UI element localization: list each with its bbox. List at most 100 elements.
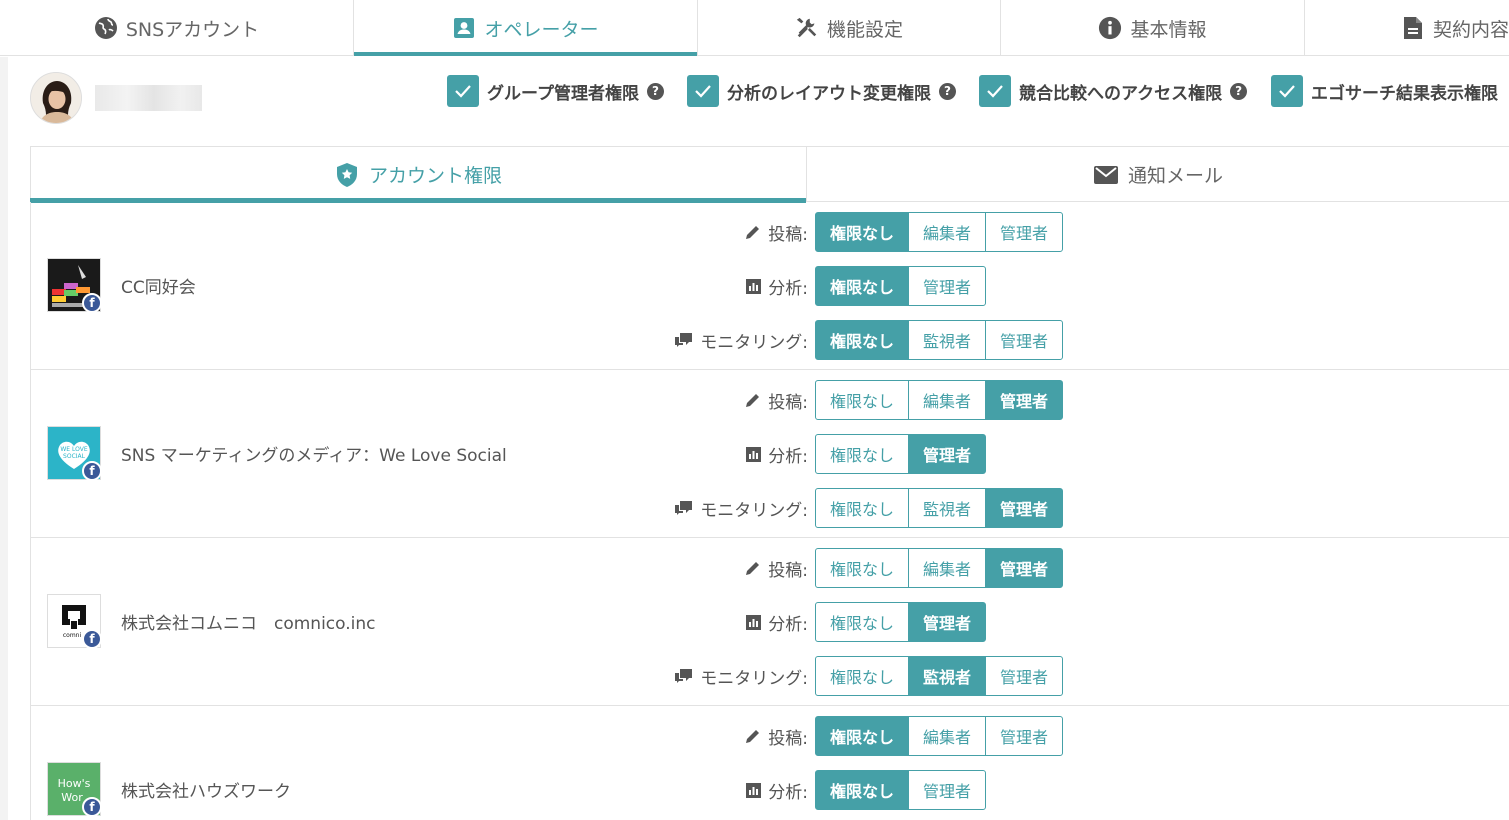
option-none[interactable]: 権限なし xyxy=(815,770,909,810)
user-name-redacted xyxy=(95,85,202,111)
post-label: 投稿: xyxy=(744,380,808,420)
comments-icon xyxy=(674,668,693,684)
option-admin[interactable]: 管理者 xyxy=(985,656,1063,696)
pencil-icon xyxy=(744,392,761,409)
post-permission-row: 投稿: 権限なし 編集者 管理者 xyxy=(31,212,1509,252)
post-permission-toggle: 権限なし 編集者 管理者 xyxy=(815,548,1063,588)
analysis-permission-row: 分析: 権限なし 管理者 xyxy=(31,266,1509,306)
checkbox-checked[interactable] xyxy=(979,75,1011,107)
left-gutter xyxy=(0,57,8,820)
analysis-permission-toggle: 権限なし 管理者 xyxy=(815,434,986,474)
analysis-permission-row: 分析: 権限なし 管理者 xyxy=(31,770,1509,810)
option-none[interactable]: 権限なし xyxy=(815,212,909,252)
tab-basic-info[interactable]: 基本情報 xyxy=(1001,0,1305,56)
tab-sns-accounts[interactable]: SNSアカウント xyxy=(0,0,354,56)
option-admin[interactable]: 管理者 xyxy=(985,716,1063,756)
tools-icon xyxy=(795,16,819,40)
tab-notification-mail[interactable]: 通知メール xyxy=(806,147,1509,202)
option-editor[interactable]: 編集者 xyxy=(908,212,986,252)
checkbox-checked[interactable] xyxy=(447,75,479,107)
option-editor[interactable]: 編集者 xyxy=(908,716,986,756)
post-permission-toggle: 権限なし 編集者 管理者 xyxy=(815,212,1063,252)
post-label: 投稿: xyxy=(744,548,808,588)
option-none[interactable]: 権限なし xyxy=(815,656,909,696)
pencil-icon xyxy=(744,224,761,241)
post-permission-row: 投稿: 権限なし 編集者 管理者 xyxy=(31,380,1509,420)
pencil-icon xyxy=(744,560,761,577)
analysis-permission-toggle: 権限なし 管理者 xyxy=(815,602,986,642)
account-row: WE LOVE SOCIAL f SNS マーケティングのメディア：We Love… xyxy=(30,370,1509,538)
option-admin[interactable]: 管理者 xyxy=(985,320,1063,360)
shield-icon xyxy=(335,162,359,188)
post-permission-toggle: 権限なし 編集者 管理者 xyxy=(815,716,1063,756)
help-icon[interactable]: ? xyxy=(1230,82,1248,100)
monitoring-permission-row: モニタリング: 権限なし 監視者 管理者 xyxy=(31,488,1509,528)
monitoring-permission-row: モニタリング: 権限なし 監視者 管理者 xyxy=(31,656,1509,696)
inner-tab-bar: アカウント権限 通知メール xyxy=(30,146,1509,203)
post-label: 投稿: xyxy=(744,716,808,756)
option-admin[interactable]: 管理者 xyxy=(908,266,986,306)
option-monitor[interactable]: 監視者 xyxy=(908,488,986,528)
tab-contract[interactable]: 契約内容 xyxy=(1305,0,1509,56)
analysis-permission-toggle: 権限なし 管理者 xyxy=(815,266,986,306)
perm-competitor-access[interactable]: 競合比較へのアクセス権限 ? xyxy=(979,75,1248,107)
perm-ego-search[interactable]: エゴサーチ結果表示権限 xyxy=(1271,75,1498,107)
mail-icon xyxy=(1093,165,1118,184)
option-admin[interactable]: 管理者 xyxy=(985,212,1063,252)
option-none[interactable]: 権限なし xyxy=(815,548,909,588)
perm-label: エゴサーチ結果表示権限 xyxy=(1311,83,1498,104)
option-none[interactable]: 権限なし xyxy=(815,716,909,756)
post-permission-row: 投稿: 権限なし 編集者 管理者 xyxy=(31,716,1509,756)
post-permission-row: 投稿: 権限なし 編集者 管理者 xyxy=(31,548,1509,588)
checkbox-checked[interactable] xyxy=(687,75,719,107)
account-row: f CC同好会 投稿: 権限なし 編集者 管理者 分析: 権限なし 管理者 モニ… xyxy=(30,202,1509,370)
monitoring-permission-toggle: 権限なし 監視者 管理者 xyxy=(815,488,1063,528)
monitoring-permission-toggle: 権限なし 監視者 管理者 xyxy=(815,320,1063,360)
comments-icon xyxy=(674,500,693,516)
tab-label: 機能設定 xyxy=(826,18,903,41)
analysis-permission-row: 分析: 権限なし 管理者 xyxy=(31,434,1509,474)
option-admin[interactable]: 管理者 xyxy=(908,602,986,642)
bar-chart-icon xyxy=(746,614,762,630)
option-none[interactable]: 権限なし xyxy=(815,434,909,474)
perm-label: 分析のレイアウト変更権限 xyxy=(727,83,931,104)
option-admin[interactable]: 管理者 xyxy=(908,434,986,474)
perm-label: 競合比較へのアクセス権限 xyxy=(1019,83,1223,104)
pencil-icon xyxy=(744,728,761,745)
monitoring-permission-toggle: 権限なし 監視者 管理者 xyxy=(815,656,1063,696)
monitoring-label: モニタリング: xyxy=(674,656,808,696)
option-none[interactable]: 権限なし xyxy=(815,380,909,420)
analysis-label: 分析: xyxy=(746,266,808,306)
option-none[interactable]: 権限なし xyxy=(815,602,909,642)
option-none[interactable]: 権限なし xyxy=(815,320,909,360)
monitoring-permission-row: モニタリング: 権限なし 監視者 管理者 xyxy=(31,320,1509,360)
option-admin[interactable]: 管理者 xyxy=(985,488,1063,528)
checkbox-checked[interactable] xyxy=(1271,75,1303,107)
help-icon[interactable]: ? xyxy=(646,82,664,100)
tab-operator[interactable]: オペレーター xyxy=(354,0,698,56)
perm-group-admin[interactable]: グループ管理者権限 ? xyxy=(447,75,664,107)
option-editor[interactable]: 編集者 xyxy=(908,548,986,588)
perm-analysis-layout[interactable]: 分析のレイアウト変更権限 ? xyxy=(687,75,956,107)
analysis-label: 分析: xyxy=(746,434,808,474)
post-permission-toggle: 権限なし 編集者 管理者 xyxy=(815,380,1063,420)
option-editor[interactable]: 編集者 xyxy=(908,380,986,420)
option-none[interactable]: 権限なし xyxy=(815,266,909,306)
comments-icon xyxy=(674,332,693,348)
tab-account-permissions[interactable]: アカウント権限 xyxy=(30,147,806,203)
tab-feature-settings[interactable]: 機能設定 xyxy=(698,0,1001,56)
help-icon[interactable]: ? xyxy=(939,82,956,100)
analysis-permission-row: 分析: 権限なし 管理者 xyxy=(31,602,1509,642)
option-admin[interactable]: 管理者 xyxy=(985,380,1063,420)
option-admin[interactable]: 管理者 xyxy=(908,770,986,810)
account-row: How's Wor f 株式会社ハウズワーク 投稿: 権限なし 編集者 管理者 分… xyxy=(30,706,1509,820)
option-none[interactable]: 権限なし xyxy=(815,488,909,528)
tab-label: オペレーター xyxy=(484,18,599,41)
tab-label: アカウント権限 xyxy=(368,165,502,187)
option-monitor[interactable]: 監視者 xyxy=(908,656,986,696)
option-admin[interactable]: 管理者 xyxy=(985,548,1063,588)
top-tab-bar: SNSアカウント オペレーター 機能設定 基本情報 契約内容 xyxy=(0,0,1509,56)
bar-chart-icon xyxy=(746,446,762,462)
option-monitor[interactable]: 監視者 xyxy=(908,320,986,360)
tab-label: 契約内容 xyxy=(1433,18,1509,41)
